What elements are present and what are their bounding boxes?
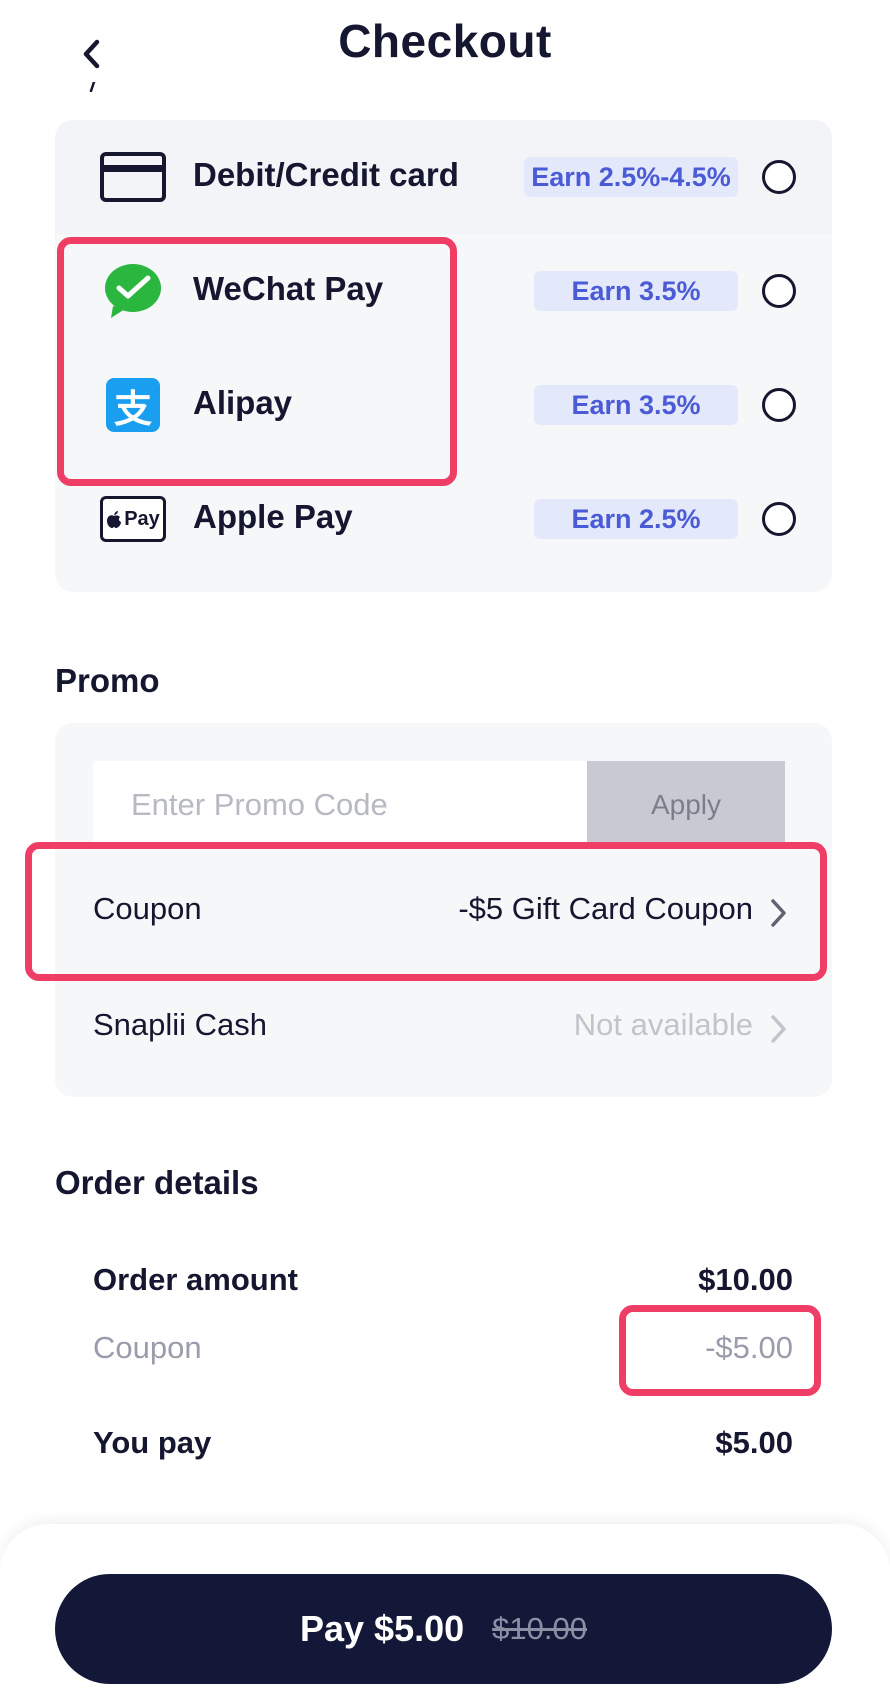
order-amount-label: Order amount [93, 1262, 298, 1297]
promo-code-input[interactable] [93, 761, 587, 849]
earn-badge: Earn 3.5% [534, 385, 738, 425]
apple-pay-icon: Pay [99, 489, 167, 549]
snaplii-cash-value: Not available [573, 1007, 753, 1042]
scrolled-text-fragment [89, 82, 96, 92]
pay-button[interactable]: Pay $5.00 $10.00 [55, 1574, 832, 1684]
highlight-box-coupon [25, 842, 827, 981]
snaplii-cash-label: Snaplii Cash [93, 1007, 268, 1042]
original-price: $10.00 [492, 1611, 587, 1646]
you-pay-row: You pay $5.00 [93, 1425, 793, 1475]
apply-button[interactable]: Apply [587, 761, 785, 849]
page-title: Checkout [338, 15, 552, 67]
apple-logo-icon [107, 510, 122, 528]
payment-radio-card[interactable] [762, 160, 796, 194]
checkout-page: Checkout Debit/Credit card Earn 2.5%-4.5… [0, 0, 890, 1688]
chevron-right-icon [771, 1015, 786, 1043]
earn-badge: Earn 2.5%-4.5% [524, 157, 738, 197]
promo-section-title: Promo [55, 662, 160, 699]
highlight-box-discount [619, 1305, 821, 1396]
header: Checkout [0, 0, 890, 92]
order-amount-value: $10.00 [698, 1262, 793, 1297]
payment-option-card[interactable]: Debit/Credit card Earn 2.5%-4.5% [55, 120, 832, 234]
payment-option-label: Debit/Credit card [193, 156, 459, 193]
order-coupon-label: Coupon [93, 1330, 202, 1365]
you-pay-value: $5.00 [715, 1425, 793, 1460]
payment-radio-alipay[interactable] [762, 388, 796, 422]
order-details-title: Order details [55, 1164, 259, 1201]
promo-input-wrapper [93, 761, 587, 849]
payment-option-label: Apple Pay [193, 498, 353, 535]
pay-button-label: Pay $5.00 [300, 1608, 465, 1649]
payment-radio-wechat[interactable] [762, 274, 796, 308]
highlight-box-wallets [57, 237, 457, 486]
earn-badge: Earn 3.5% [534, 271, 738, 311]
credit-card-icon [99, 147, 167, 207]
apple-pay-icon-text: Pay [124, 507, 160, 530]
earn-badge: Earn 2.5% [534, 499, 738, 539]
you-pay-label: You pay [93, 1425, 212, 1460]
snaplii-cash-row[interactable]: Snaplii Cash Not available [93, 987, 793, 1067]
payment-radio-apple-pay[interactable] [762, 502, 796, 536]
